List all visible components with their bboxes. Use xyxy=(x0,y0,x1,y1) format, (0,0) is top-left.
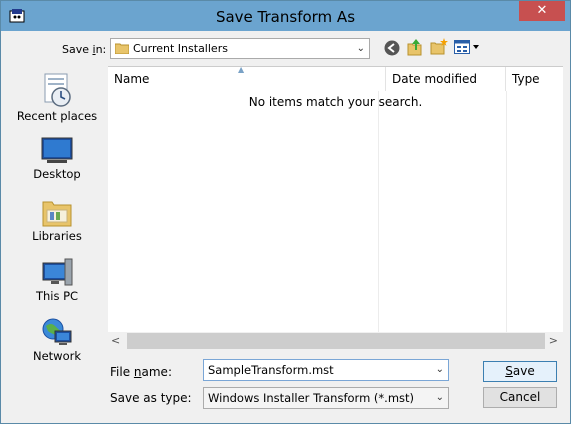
network-icon xyxy=(42,318,72,345)
folder-icon xyxy=(114,42,130,57)
libraries-icon xyxy=(42,201,72,227)
column-header-type[interactable]: Type xyxy=(506,67,563,91)
column-divider xyxy=(506,91,507,332)
chevron-down-icon[interactable]: ⌄ xyxy=(436,364,444,375)
window-title: Save Transform As xyxy=(215,8,356,26)
save-as-type-dropdown[interactable]: Windows Installer Transform (*.mst) ⌄ xyxy=(203,387,449,409)
scrollbar-thumb[interactable] xyxy=(127,333,545,349)
recent-places-icon xyxy=(44,73,71,107)
scroll-left-icon[interactable]: < xyxy=(111,334,120,347)
column-divider xyxy=(378,91,379,332)
save-button[interactable]: Save xyxy=(483,361,557,382)
desktop-icon xyxy=(41,137,73,163)
place-network[interactable]: Network xyxy=(8,317,106,363)
chevron-down-icon: ⌄ xyxy=(356,43,365,54)
save-as-type-value: Windows Installer Transform (*.mst) xyxy=(208,391,415,405)
new-folder-icon[interactable] xyxy=(430,38,448,58)
column-header-date-modified[interactable]: Date modified xyxy=(386,67,506,91)
file-name-input[interactable]: SampleTransform.mst ⌄ xyxy=(203,359,449,381)
place-libraries[interactable]: Libraries xyxy=(8,197,106,243)
close-button[interactable]: ✕ xyxy=(519,1,565,21)
place-label: Desktop xyxy=(33,167,81,181)
place-label: This PC xyxy=(35,289,79,303)
file-name-label: File name: xyxy=(110,365,172,379)
place-recent-places[interactable]: Recent places xyxy=(8,73,106,123)
save-as-type-label: Save as type: xyxy=(110,391,192,405)
place-label: Network xyxy=(32,349,82,363)
cancel-button[interactable]: Cancel xyxy=(483,387,557,408)
place-label: Libraries xyxy=(32,229,82,243)
column-header-name[interactable]: ▲ Name xyxy=(108,67,386,91)
save-in-value: Current Installers xyxy=(133,42,228,55)
horizontal-scrollbar[interactable]: < > xyxy=(108,332,563,350)
place-this-pc[interactable]: This PC xyxy=(8,257,106,303)
scroll-right-icon[interactable]: > xyxy=(549,334,558,347)
view-menu-icon[interactable] xyxy=(454,40,480,57)
up-folder-icon[interactable] xyxy=(407,38,423,59)
save-in-label: Save in: xyxy=(62,43,107,56)
save-dialog: Save Transform As ✕ Save in: Current Ins… xyxy=(0,0,571,424)
back-icon[interactable] xyxy=(384,40,400,59)
chevron-down-icon: ⌄ xyxy=(435,392,444,403)
file-name-value: SampleTransform.mst xyxy=(208,363,334,377)
place-label: Recent places xyxy=(16,109,98,123)
place-desktop[interactable]: Desktop xyxy=(8,137,106,181)
places-bar: Recent places Desktop Libraries This PC … xyxy=(8,66,106,366)
file-list[interactable]: ▲ Name Date modified Type No items match… xyxy=(108,66,563,350)
this-pc-icon xyxy=(42,258,73,286)
dialog-body: Save in: Current Installers ⌄ Recent pla… xyxy=(8,31,563,416)
empty-message: No items match your search. xyxy=(248,95,423,109)
save-in-dropdown[interactable]: Current Installers ⌄ xyxy=(110,38,370,59)
title-bar[interactable]: Save Transform As ✕ xyxy=(1,1,570,31)
sort-ascending-icon: ▲ xyxy=(238,66,245,74)
